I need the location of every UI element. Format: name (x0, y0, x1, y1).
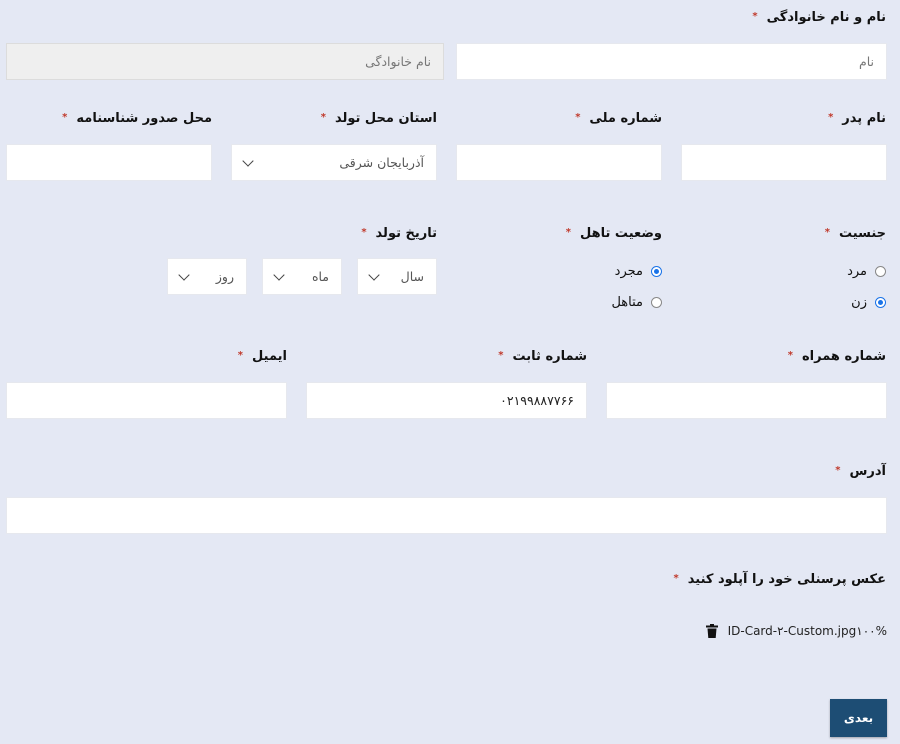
upload-photo-label: عکس پرسنلی خود را آپلود کنید* (673, 572, 886, 587)
phone-label: شماره ثابت* (498, 349, 587, 364)
father-name-input[interactable] (681, 144, 887, 181)
id-issue-place-label: محل صدور شناسنامه* (62, 111, 212, 126)
birth-date-label: تاریخ تولد* (361, 226, 437, 241)
address-input[interactable] (6, 497, 887, 534)
birth-month-select[interactable]: ماه (262, 258, 342, 295)
gender-label: جنسیت* (824, 226, 886, 241)
required-mark: * (752, 11, 758, 22)
upload-progress: ۱۰۰% (856, 624, 887, 638)
marital-option-married[interactable]: متاهل (611, 295, 662, 310)
birth-province-label: استان محل تولد* (320, 111, 437, 126)
file-name: ID-Card-۲-Custom.jpg (727, 624, 857, 638)
last-name-placeholder: نام خانوادگی (365, 54, 431, 69)
chevron-down-icon (368, 268, 380, 281)
radio-female[interactable] (875, 297, 886, 308)
next-button[interactable]: بعدی (830, 699, 887, 737)
chevron-down-icon (273, 268, 285, 281)
birth-province-select[interactable]: آذربایجان شرقی (231, 144, 437, 181)
first-name-input[interactable]: نام (456, 43, 887, 80)
radio-single[interactable] (651, 266, 662, 277)
gender-option-male[interactable]: مرد (847, 264, 886, 279)
phone-value: ۰۲۱۹۹۸۸۷۷۶۶ (500, 393, 574, 408)
national-code-input[interactable] (456, 144, 662, 181)
birth-year-select[interactable]: سال (357, 258, 437, 295)
birth-day-select[interactable]: روز (167, 258, 247, 295)
trash-icon[interactable] (705, 624, 718, 638)
address-label: آدرس* (835, 464, 886, 479)
first-name-placeholder: نام (858, 54, 874, 69)
gender-option-female[interactable]: زن (851, 295, 886, 310)
mobile-input[interactable] (606, 382, 887, 419)
chevron-down-icon (178, 268, 190, 281)
radio-male[interactable] (875, 266, 886, 277)
email-label: ایمیل* (237, 349, 287, 364)
father-name-label: نام پدر* (828, 111, 886, 126)
id-issue-place-input[interactable] (6, 144, 212, 181)
phone-input[interactable]: ۰۲۱۹۹۸۸۷۷۶۶ (306, 382, 587, 419)
full-name-label: نام و نام خانوادگی* (752, 10, 886, 25)
birth-province-value: آذربایجان شرقی (339, 155, 424, 170)
last-name-input[interactable]: نام خانوادگی (6, 43, 444, 80)
mobile-label: شماره همراه* (787, 349, 886, 364)
chevron-down-icon (242, 154, 254, 167)
uploaded-file: ID-Card-۲-Custom.jpg۱۰۰% (705, 624, 887, 638)
email-input[interactable] (6, 382, 287, 419)
national-code-label: شماره ملی* (575, 111, 662, 126)
marital-option-single[interactable]: مجرد (615, 264, 662, 279)
marital-status-label: وضعیت تاهل* (565, 226, 662, 241)
radio-married[interactable] (651, 297, 662, 308)
